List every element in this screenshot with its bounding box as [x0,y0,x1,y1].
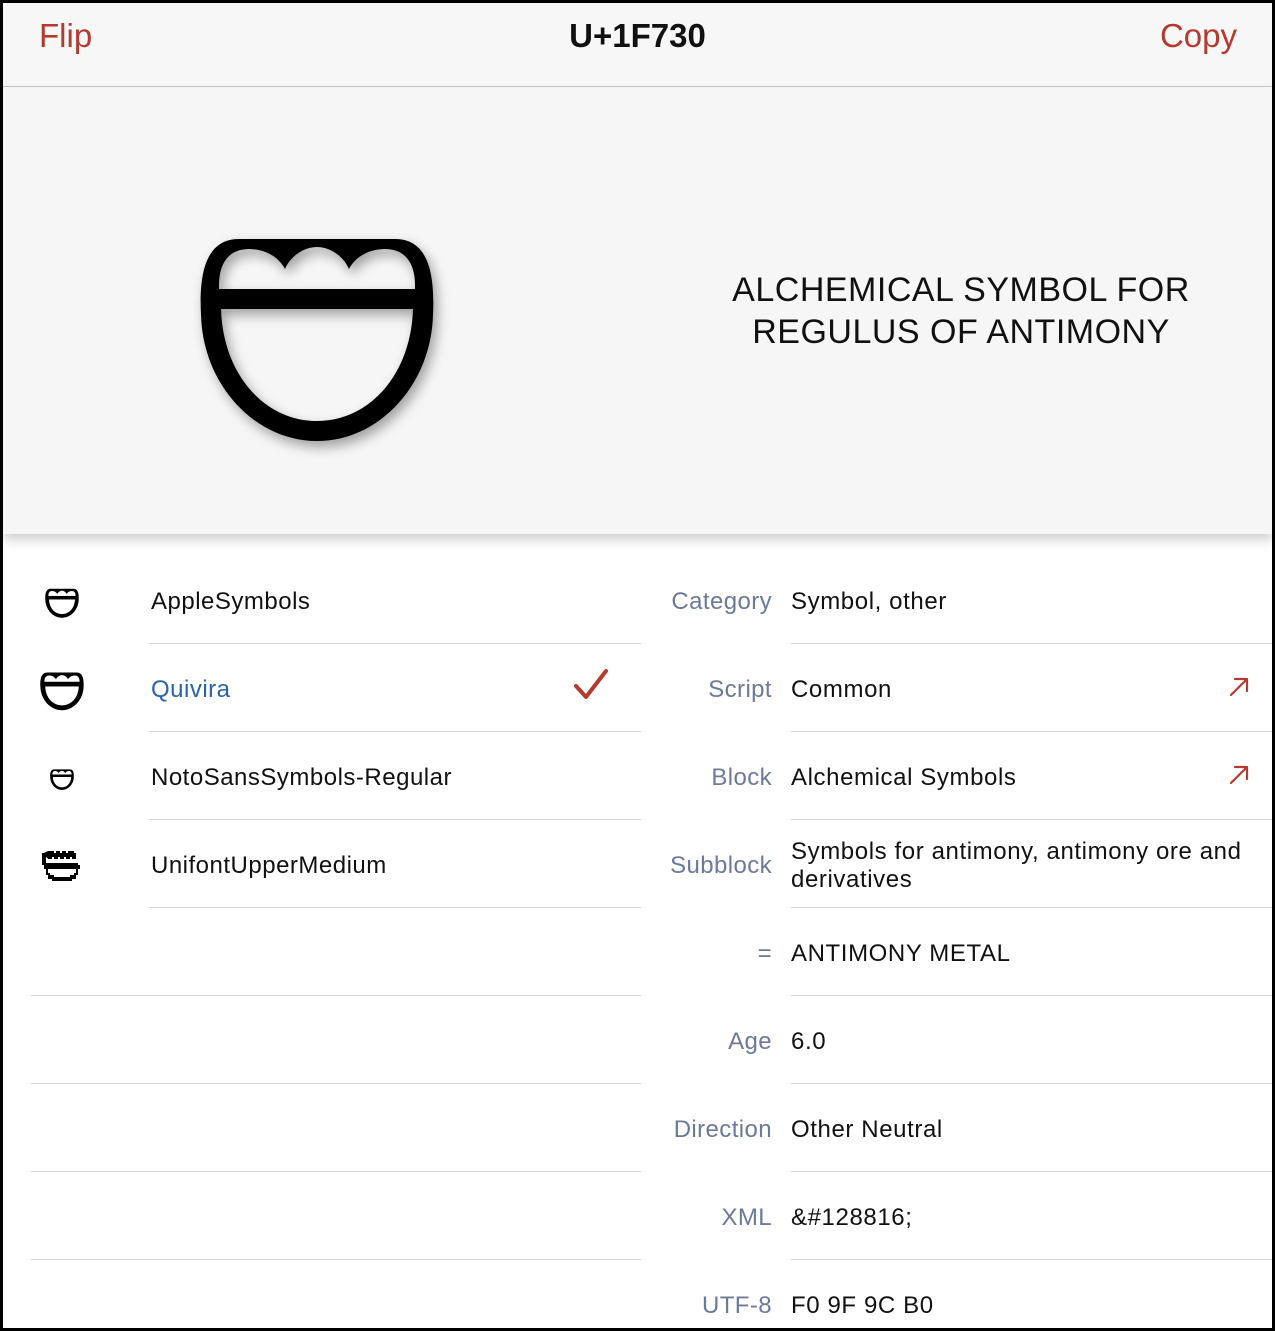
copy-button[interactable]: Copy [1160,17,1237,55]
property-key: Category [671,588,772,615]
empty-row [3,1172,643,1260]
checkmark-icon [574,669,608,699]
font-row-unifontuppermedium[interactable]: UnifontUpperMedium [3,820,643,908]
arrow-up-right-icon[interactable] [1228,676,1250,698]
property-row-xml: XML &#128816; [643,1172,1272,1260]
navigation-bar: Flip U+1F730 Copy [3,3,1272,87]
regulus-of-antimony-glyph [200,239,434,441]
property-value: F0 9F 9C B0 [791,1292,934,1319]
property-row-script[interactable]: Script Common [643,644,1272,732]
font-name: AppleSymbols [151,588,311,615]
property-row-category: Category Symbol, other [643,556,1272,644]
property-key: XML [721,1204,772,1231]
property-row-alias: = ANTIMONY METAL [643,908,1272,996]
property-value: Common [791,676,892,703]
property-row-utf8: UTF-8 F0 9F 9C B0 [643,1260,1272,1328]
row-divider [31,1259,641,1260]
empty-row [3,996,643,1084]
property-value: Alchemical Symbols [791,764,1017,791]
font-name: UnifontUpperMedium [151,852,387,879]
property-key: Block [711,764,772,791]
property-key: Age [728,1028,772,1055]
property-row-subblock: Subblock Symbols for antimony, antimony … [643,820,1272,908]
property-value: Symbols for antimony, antimony ore and d… [791,838,1242,893]
regulus-pixel-glyph-icon [39,846,85,888]
property-value: Symbol, other [791,588,947,615]
font-list: AppleSymbols Quivira NotoSansSymbols-Reg… [3,556,643,1260]
property-value: 6.0 [791,1028,827,1055]
character-name: ALCHEMICAL SYMBOL FOR REGULUS OF ANTIMON… [703,269,1219,353]
font-row-notosanssymbols[interactable]: NotoSansSymbols-Regular [3,732,643,820]
character-name-line-1: ALCHEMICAL SYMBOL FOR [732,271,1190,309]
regulus-glyph-icon [39,582,85,624]
property-row-age: Age 6.0 [643,996,1272,1084]
page-title: U+1F730 [569,17,706,54]
font-name: NotoSansSymbols-Regular [151,764,452,791]
font-row-applesymbols[interactable]: AppleSymbols [3,556,643,644]
empty-row [3,908,643,996]
empty-row [3,1084,643,1172]
font-row-quivira[interactable]: Quivira [3,644,643,732]
glyph-preview-panel: ALCHEMICAL SYMBOL FOR REGULUS OF ANTIMON… [3,87,1272,534]
character-name-line-2: REGULUS OF ANTIMONY [752,313,1170,351]
property-value: &#128816; [791,1204,913,1231]
property-value: ANTIMONY METAL [791,940,1011,967]
property-key: Script [708,676,772,703]
property-key: UTF-8 [702,1292,772,1319]
font-name: Quivira [151,676,231,703]
app-window: Flip U+1F730 Copy ALCHEMICAL SYMBOL FOR … [0,0,1275,1331]
regulus-glyph-icon [39,758,85,800]
arrow-up-right-icon[interactable] [1228,764,1250,786]
regulus-glyph-icon [39,670,85,712]
property-list: Category Symbol, other Script Common Blo… [643,556,1272,1328]
property-key: Direction [673,1116,772,1143]
property-row-direction: Direction Other Neutral [643,1084,1272,1172]
property-row-block[interactable]: Block Alchemical Symbols [643,732,1272,820]
property-key: Subblock [670,852,772,879]
property-key: = [757,940,772,967]
property-value: Other Neutral [791,1116,943,1143]
